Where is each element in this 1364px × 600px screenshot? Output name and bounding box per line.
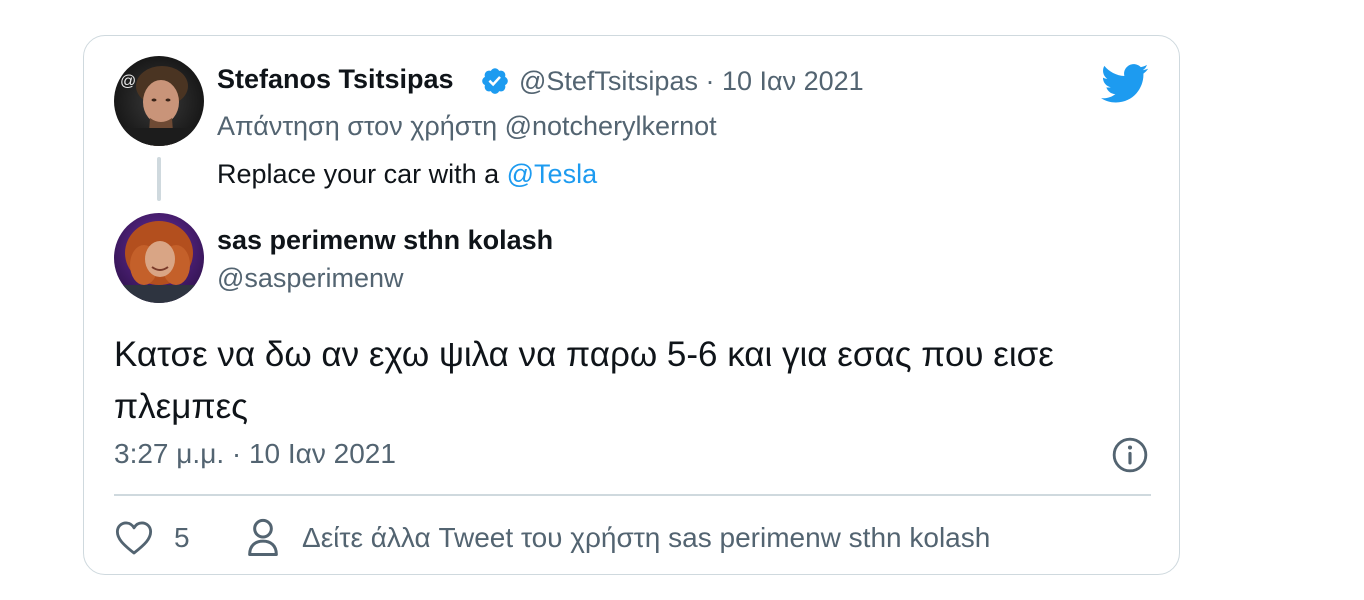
twitter-bird-icon[interactable] — [1101, 64, 1149, 104]
tweet-embed-card: @ Stefanos Tsitsipas @StefTsitsipas · 10… — [83, 35, 1180, 575]
meta-separator: · — [697, 66, 722, 96]
original-text-prefix: Replace your car with a — [217, 159, 507, 189]
person-icon[interactable] — [246, 517, 280, 557]
verified-badge-icon — [482, 68, 508, 94]
svg-text:@: @ — [120, 73, 136, 90]
info-icon[interactable] — [1111, 436, 1149, 474]
reply-prefix: Απάντηση στον χρήστη — [217, 111, 505, 141]
thread-connector-line — [157, 157, 161, 201]
quote-author-name[interactable]: sas perimenw sthn kolash — [217, 225, 553, 256]
original-tweet-text: Replace your car with a @Tesla — [217, 159, 597, 190]
heart-icon[interactable] — [115, 520, 153, 556]
quote-tweet-text: Κατσε να δω αν εχω ψιλα να παρω 5-6 και … — [114, 335, 1054, 426]
like-count[interactable]: 5 — [174, 522, 190, 554]
quote-author-avatar[interactable] — [114, 213, 204, 303]
quote-author-handle[interactable]: @sasperimenw — [217, 263, 403, 294]
original-author-name[interactable]: Stefanos Tsitsipas — [217, 64, 454, 95]
more-tweets-link[interactable]: Δείτε άλλα Tweet του χρήστη sas perimenw… — [302, 522, 990, 554]
original-tweet-date[interactable]: 10 Ιαν 2021 — [722, 66, 864, 96]
tesla-mention-link[interactable]: @Tesla — [507, 159, 597, 189]
original-tweet-meta: @StefTsitsipas · 10 Ιαν 2021 — [519, 66, 864, 97]
quote-tweet-timestamp[interactable]: 3:27 μ.μ. · 10 Ιαν 2021 — [114, 438, 396, 470]
actions-divider — [114, 494, 1151, 496]
reply-context: Απάντηση στον χρήστη @notcherylkernot — [217, 111, 717, 142]
original-author-handle[interactable]: @StefTsitsipas — [519, 66, 698, 96]
original-author-avatar[interactable]: @ — [114, 56, 204, 146]
reply-to-handle[interactable]: @notcherylkernot — [505, 111, 717, 141]
